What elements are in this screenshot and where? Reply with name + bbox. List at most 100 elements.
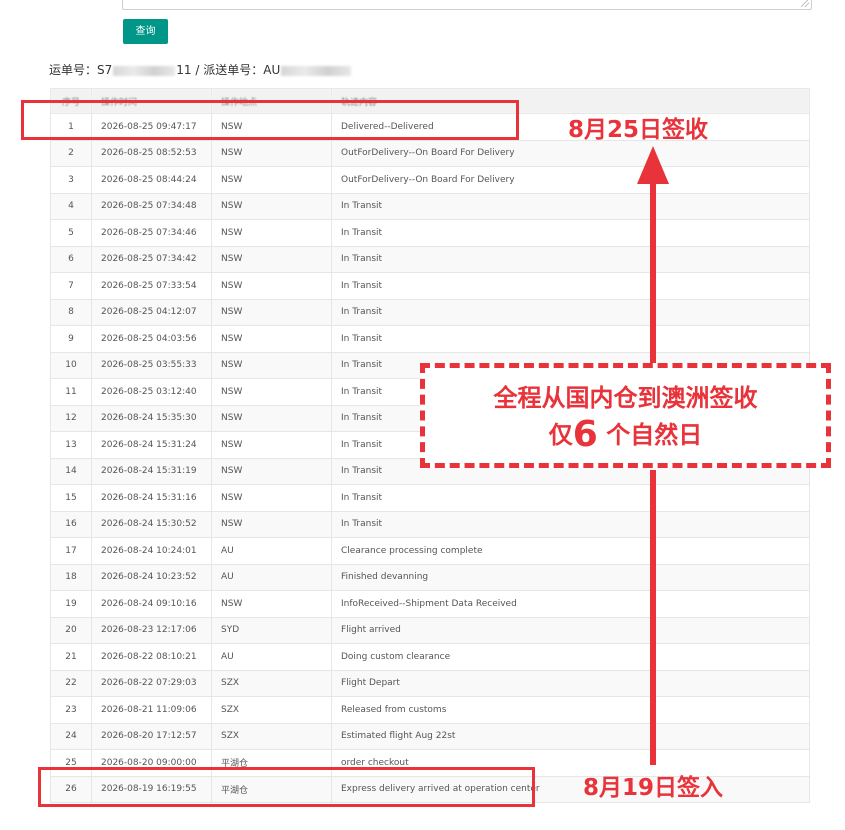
cell-content: In Transit [331,298,810,326]
cell-content: In Transit [331,272,810,300]
waybill-prefix: S7 [97,63,113,77]
resize-grip-icon[interactable] [801,0,809,7]
table-row: 16 2026-08-24 15:30:52 NSW In Transit [50,510,810,538]
cell-location: NSW [211,245,332,273]
cell-content: In Transit [331,325,810,353]
cell-time: 2026-08-24 15:31:19 [91,457,212,485]
redacted-dispatch-number [281,65,352,76]
cell-index: 14 [50,457,92,485]
received-date-label: 8月19日签入 [583,775,724,801]
table-row: 19 2026-08-24 09:10:16 NSW InfoReceived--Sh… [50,590,810,618]
cell-location: NSW [211,457,332,485]
cell-location: NSW [211,431,332,459]
cell-index: 18 [50,563,92,591]
table-row: 15 2026-08-24 15:31:16 NSW In Transit [50,484,810,512]
cell-time: 2026-08-23 12:17:06 [91,616,212,644]
cell-location: NSW [211,404,332,432]
cell-content: In Transit [331,484,810,512]
table-row: 3 2026-08-25 08:44:24 NSW OutForDelivery--O… [50,166,810,194]
cell-index: 13 [50,431,92,459]
cell-time: 2026-08-25 07:34:48 [91,192,212,220]
cell-index: 8 [50,298,92,326]
delivered-row-highlight [21,100,519,140]
note-days-suffix: 个自然日 [597,421,703,449]
cell-index: 12 [50,404,92,432]
cell-time: 2026-08-24 15:31:16 [91,484,212,512]
cell-location: NSW [211,378,332,406]
cell-time: 2026-08-21 11:09:06 [91,696,212,724]
cell-index: 9 [50,325,92,353]
cell-index: 23 [50,696,92,724]
cell-location: NSW [211,298,332,326]
cell-content: Flight arrived [331,616,810,644]
note-line-2: 仅6 个自然日 [425,414,826,455]
cell-index: 5 [50,219,92,247]
table-row: 17 2026-08-24 10:24:01 AU Clearance process… [50,537,810,565]
cell-location: AU [211,537,332,565]
cell-location: NSW [211,139,332,167]
table-row: 6 2026-08-25 07:34:42 NSW In Transit [50,245,810,273]
cell-location: AU [211,643,332,671]
cell-index: 6 [50,245,92,273]
note-only: 仅 [548,421,573,449]
cell-time: 2026-08-25 03:12:40 [91,378,212,406]
cell-content: Flight Depart [331,669,810,697]
cell-time: 2026-08-25 07:34:42 [91,245,212,273]
tracking-number-textarea[interactable] [122,0,812,10]
dispatch-label: 派送单号： [203,63,264,77]
cell-location: NSW [211,219,332,247]
cell-time: 2026-08-25 04:03:56 [91,325,212,353]
received-row-highlight [38,767,535,807]
note-line-1: 全程从国内仓到澳洲签收 [493,384,758,412]
waybill-label: 运单号： [49,63,98,77]
cell-location: NSW [211,192,332,220]
cell-time: 2026-08-22 08:10:21 [91,643,212,671]
cell-content: In Transit [331,510,810,538]
waybill-suffix: 11 [176,63,192,77]
cell-location: NSW [211,590,332,618]
table-row: 22 2026-08-22 07:29:03 SZX Flight Depart [50,669,810,697]
cell-content: Released from customs [331,696,810,724]
cell-index: 19 [50,590,92,618]
cell-time: 2026-08-25 07:34:46 [91,219,212,247]
query-button[interactable]: 查询 [123,19,168,44]
cell-content: Clearance processing complete [331,537,810,565]
cell-location: NSW [211,351,332,379]
cell-location: NSW [211,484,332,512]
cell-time: 2026-08-25 04:12:07 [91,298,212,326]
redacted-waybill-number [113,65,176,76]
cell-location: SZX [211,669,332,697]
cell-location: AU [211,563,332,591]
cell-time: 2026-08-24 09:10:16 [91,590,212,618]
table-row: 21 2026-08-22 08:10:21 AU Doing custom clea… [50,643,810,671]
cell-index: 17 [50,537,92,565]
cell-index: 21 [50,643,92,671]
cell-content: Doing custom clearance [331,643,810,671]
waybill-separator: / [191,63,204,77]
cell-content: In Transit [331,192,810,220]
note-days-number: 6 [572,414,598,455]
table-row: 18 2026-08-24 10:23:52 AU Finished devannin… [50,563,810,591]
cell-index: 24 [50,722,92,750]
cell-index: 11 [50,378,92,406]
dispatch-prefix: AU [263,63,281,77]
table-row: 5 2026-08-25 07:34:46 NSW In Transit [50,219,810,247]
cell-time: 2026-08-22 07:29:03 [91,669,212,697]
cell-location: SYD [211,616,332,644]
table-row: 20 2026-08-23 12:17:06 SYD Flight arrived [50,616,810,644]
cell-index: 20 [50,616,92,644]
transit-time-note: 全程从国内仓到澳洲签收 仅6 个自然日 [420,363,831,468]
cell-index: 16 [50,510,92,538]
cell-time: 2026-08-24 15:31:24 [91,431,212,459]
cell-content: InfoReceived--Shipment Data Received [331,590,810,618]
cell-time: 2026-08-25 03:55:33 [91,351,212,379]
cell-time: 2026-08-24 15:35:30 [91,404,212,432]
cell-location: NSW [211,272,332,300]
cell-content: Finished devanning [331,563,810,591]
cell-index: 2 [50,139,92,167]
cell-time: 2026-08-25 08:52:53 [91,139,212,167]
table-row: 24 2026-08-20 17:12:57 SZX Estimated flight… [50,722,810,750]
cell-location: NSW [211,325,332,353]
waybill-info: 运单号：S7 11 / 派送单号：AU [49,61,352,78]
table-row: 23 2026-08-21 11:09:06 SZX Released from cu… [50,696,810,724]
